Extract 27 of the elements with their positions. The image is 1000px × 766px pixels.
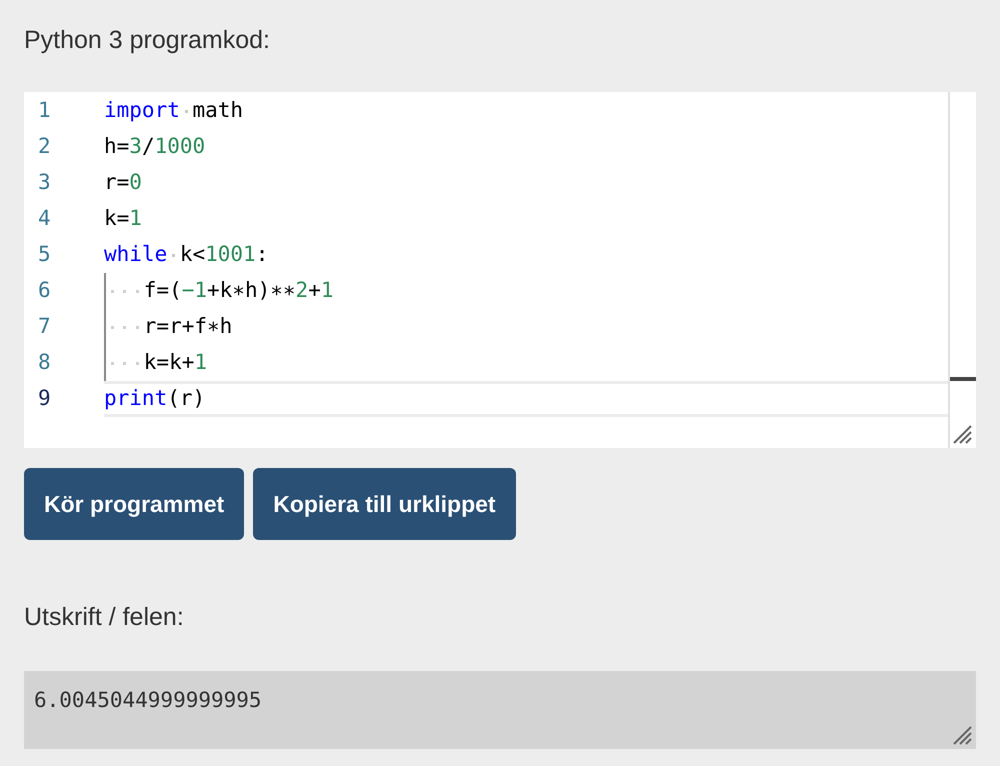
line-number: 3 <box>37 169 52 196</box>
line-number: 8 <box>37 349 52 376</box>
code-line: k=1 <box>104 205 143 232</box>
line-number: 2 <box>37 133 52 160</box>
line-number: 9 <box>37 385 52 412</box>
line-number: 1 <box>37 97 52 124</box>
line-number: 7 <box>37 313 52 340</box>
action-button[interactable]: Kör programmet <box>24 468 244 540</box>
scrollbar[interactable] <box>948 92 976 448</box>
action-button[interactable]: Kopiera till urklippet <box>253 468 516 540</box>
section-heading: Utskrift / felen: <box>24 602 185 633</box>
code-line: while k<1001: <box>104 241 270 268</box>
code-line: print(r) <box>104 381 948 417</box>
line-number: 4 <box>37 205 52 232</box>
line-number: 6 <box>37 277 52 304</box>
section-heading: Python 3 programkod: <box>24 25 271 56</box>
code-line: f=(−1+k∗h)∗∗2+1 <box>104 273 948 309</box>
output-field: 6.0045044999999995 <box>24 671 976 749</box>
line-number: 5 <box>37 241 52 268</box>
code-line: import math <box>104 97 244 124</box>
resize-grip-icon[interactable] <box>952 424 972 444</box>
code-line: h=3/1000 <box>104 133 206 160</box>
code-line: r=r+f∗h <box>104 309 948 345</box>
resize-grip-icon[interactable] <box>952 725 972 745</box>
code-editor[interactable]: 1 import math 2 h=3/1000 3 r=0 4 k=1 5 while k<1001: 6 f=(−1+k∗h)∗∗2+1 7 r=r+f∗h 8 k=k+1 9 print(r) <box>24 92 976 448</box>
code-line: r=0 <box>104 169 143 196</box>
code-line: k=k+1 <box>104 345 948 381</box>
